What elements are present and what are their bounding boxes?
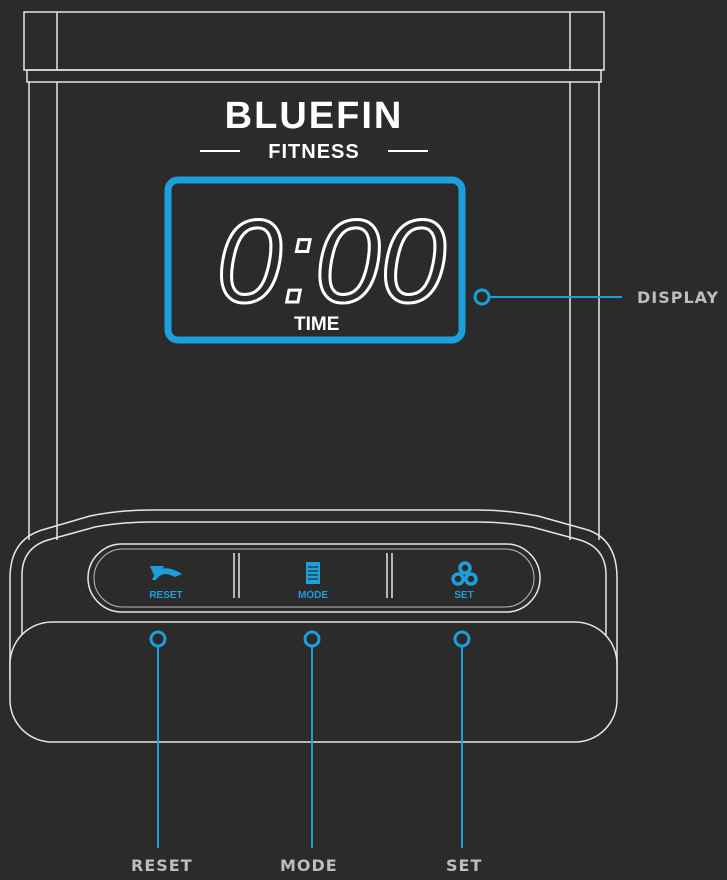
set-button-label: SET	[454, 590, 473, 601]
display-callout	[473, 288, 622, 306]
display-time-label: TIME	[294, 314, 339, 335]
set-callout-label: SET	[446, 856, 483, 875]
reset-button-label: RESET	[149, 590, 182, 601]
display-time-value: 0:00	[216, 196, 446, 328]
mode-list-icon	[306, 562, 320, 584]
reset-button[interactable]: RESET	[149, 566, 183, 601]
reset-arrow-icon	[150, 566, 182, 580]
mode-callout-label: MODE	[280, 856, 338, 875]
brand-subtitle: FITNESS	[268, 141, 359, 163]
set-button[interactable]: SET	[451, 561, 478, 601]
set-circles-icon	[451, 561, 478, 586]
console-diagram: BLUEFIN FITNESS 0:00 TIME RESET MODE SET	[9, 11, 622, 848]
mode-button[interactable]: MODE	[298, 562, 328, 601]
brand-logo: BLUEFIN	[225, 95, 404, 137]
display-callout-label: DISPLAY	[637, 288, 720, 307]
reset-callout-label: RESET	[131, 856, 193, 875]
mode-button-label: MODE	[298, 590, 328, 601]
